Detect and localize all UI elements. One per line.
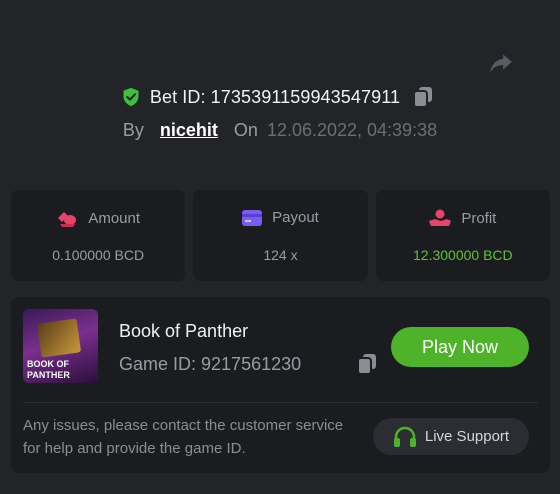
- stat-amount-value: 0.100000 BCD: [52, 247, 145, 263]
- headset-icon: [393, 426, 416, 447]
- bet-id: Bet ID: 1735391159943547911: [149, 86, 401, 107]
- bet-chip-icon: [58, 212, 77, 227]
- play-now-button[interactable]: Play Now: [391, 327, 529, 367]
- live-support-label: Live Support: [424, 428, 510, 445]
- by-label: By: [122, 120, 144, 140]
- bet-id-row: Bet ID: 1735391159943547911: [0, 86, 560, 108]
- stat-amount-label: Amount: [88, 209, 141, 227]
- divider: [23, 402, 538, 403]
- game-name: Book of Panther: [119, 321, 249, 341]
- copy-game-id-icon[interactable]: [357, 353, 377, 375]
- bet-meta-row: By nicehit On 12.06.2022, 04:39:38: [0, 120, 560, 141]
- stat-profit: Profit 12.300000 BCD: [375, 190, 550, 281]
- game-id: Game ID: 9217561230: [119, 354, 302, 374]
- bet-stats: Amount 0.100000 BCD Payout 124 x Profit …: [11, 190, 550, 281]
- stat-payout: Payout 124 x: [193, 190, 368, 281]
- on-label: On: [233, 120, 258, 140]
- stat-profit-value: 12.300000 BCD: [413, 247, 513, 263]
- bet-timestamp: 12.06.2022, 04:39:38: [266, 120, 438, 140]
- stat-profit-label: Profit: [461, 209, 497, 227]
- card-icon: [242, 209, 263, 226]
- shield-check-icon: [123, 87, 139, 107]
- stat-payout-value: 124 x: [263, 247, 298, 263]
- game-card: BOOK OF PANTHER Book of Panther Game ID:…: [11, 297, 550, 473]
- support-note: Any issues, please contact the customer …: [23, 417, 344, 457]
- username-link[interactable]: nicehit: [160, 120, 218, 141]
- stat-amount: Amount 0.100000 BCD: [11, 190, 186, 281]
- hand-coin-icon: [429, 209, 452, 226]
- thumbnail-title-line1: BOOK OF: [27, 359, 69, 369]
- copy-icon[interactable]: [413, 86, 433, 108]
- thumbnail-title-line2: PANTHER: [27, 370, 70, 380]
- share-icon[interactable]: [487, 50, 515, 76]
- live-support-button[interactable]: Live Support: [373, 418, 529, 455]
- game-thumbnail[interactable]: BOOK OF PANTHER: [23, 309, 98, 383]
- stat-payout-label: Payout: [272, 209, 319, 226]
- book-art-icon: [36, 318, 82, 358]
